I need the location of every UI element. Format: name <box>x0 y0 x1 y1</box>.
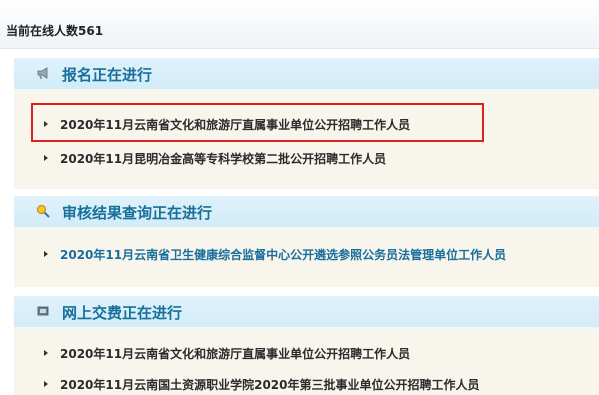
section-header: 网上交费正在进行 <box>14 296 599 327</box>
bullet-icon <box>44 155 48 161</box>
section-header: 报名正在进行 <box>14 58 599 89</box>
magnifier-icon <box>36 204 50 218</box>
bullet-icon <box>44 381 48 387</box>
section-registration: 报名正在进行 2020年11月云南省文化和旅游厅直属事业单位公开招聘工作人员 2… <box>14 58 599 189</box>
item-link[interactable]: 2020年11月云南国土资源职业学院2020年第三批事业单位公开招聘工作人员 <box>60 376 480 393</box>
item-link[interactable]: 2020年11月云南省文化和旅游厅直属事业单位公开招聘工作人员 <box>60 345 410 362</box>
section-review: 审核结果查询正在进行 2020年11月云南省卫生健康综合监督中心公开遴选参照公务… <box>14 196 599 287</box>
bullet-icon <box>44 121 48 127</box>
top-bar: 当前在线人数561 <box>0 0 599 49</box>
payment-icon <box>36 304 50 318</box>
section-title: 报名正在进行 <box>62 66 153 84</box>
item-link[interactable]: 2020年11月昆明冶金高等专科学校第二批公开招聘工作人员 <box>60 150 386 167</box>
bullet-icon <box>44 251 48 257</box>
bullet-icon <box>44 350 48 356</box>
megaphone-icon <box>36 66 50 80</box>
item-link[interactable]: 2020年11月云南省文化和旅游厅直属事业单位公开招聘工作人员 <box>60 116 410 133</box>
section-title: 审核结果查询正在进行 <box>62 204 213 222</box>
item-link[interactable]: 2020年11月云南省卫生健康综合监督中心公开遴选参照公务员法管理单位工作人员 <box>60 246 506 263</box>
online-count: 当前在线人数561 <box>6 24 104 38</box>
section-header: 审核结果查询正在进行 <box>14 196 599 227</box>
section-title: 网上交费正在进行 <box>62 304 183 322</box>
section-payment: 网上交费正在进行 2020年11月云南省文化和旅游厅直属事业单位公开招聘工作人员… <box>14 296 599 395</box>
